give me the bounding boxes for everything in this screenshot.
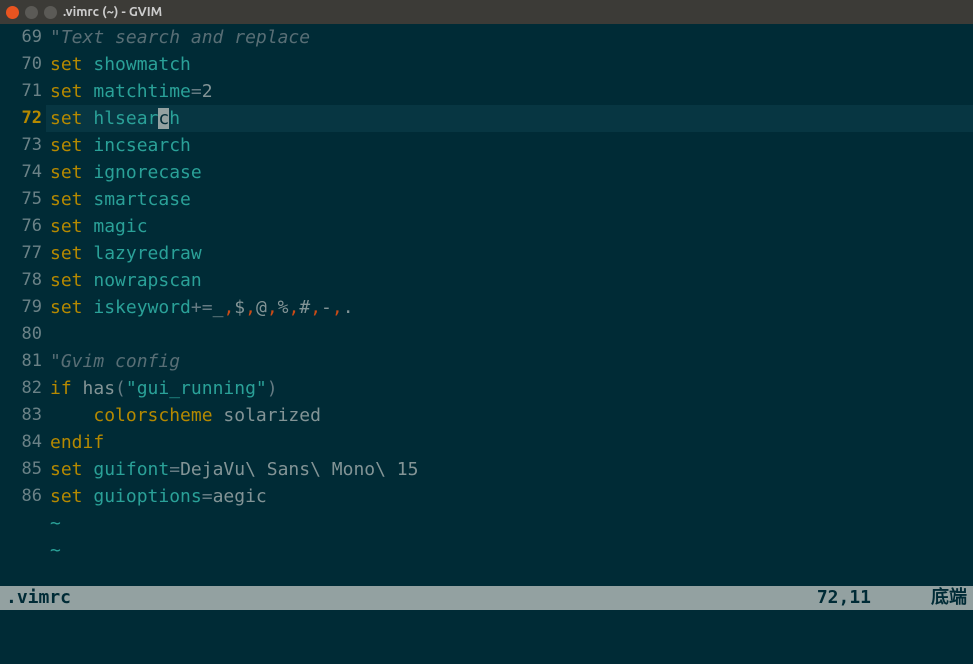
minimize-icon[interactable] (25, 6, 38, 19)
line-number: 82 (0, 375, 42, 402)
titlebar: .vimrc (~) - GVIM (0, 0, 973, 24)
code-line[interactable]: set guifont=DejaVu\ Sans\ Mono\ 15 (46, 456, 973, 483)
line-number: 86 (0, 483, 42, 510)
code-line[interactable]: if has("gui_running") (46, 375, 973, 402)
window-title: .vimrc (~) - GVIM (63, 5, 162, 19)
line-number: 80 (0, 321, 42, 348)
line-number: 77 (0, 240, 42, 267)
status-line: .vimrc 72,11 底端 (0, 586, 973, 610)
editor[interactable]: 697071727374757677787980818283848586 "Te… (0, 24, 973, 586)
code-line[interactable]: colorscheme solarized (46, 402, 973, 429)
line-number: 85 (0, 456, 42, 483)
line-number: 71 (0, 78, 42, 105)
text-area[interactable]: "Text search and replaceset showmatchset… (46, 24, 973, 586)
line-number: 81 (0, 348, 42, 375)
line-number: 76 (0, 213, 42, 240)
code-line[interactable]: set iskeyword+=_,$,@,%,#,-,. (46, 294, 973, 321)
code-line[interactable]: set hlsearch (46, 105, 973, 132)
status-scroll: 底端 (931, 586, 967, 610)
line-number: 78 (0, 267, 42, 294)
close-icon[interactable] (6, 6, 19, 19)
line-number: 70 (0, 51, 42, 78)
line-number: 84 (0, 429, 42, 456)
line-number: 74 (0, 159, 42, 186)
maximize-icon[interactable] (44, 6, 57, 19)
code-line[interactable] (46, 321, 973, 348)
code-line[interactable]: set lazyredraw (46, 240, 973, 267)
code-line[interactable]: set magic (46, 213, 973, 240)
code-line[interactable]: set nowrapscan (46, 267, 973, 294)
code-line[interactable]: endif (46, 429, 973, 456)
gvim-window: .vimrc (~) - GVIM 6970717273747576777879… (0, 0, 973, 664)
line-number: 75 (0, 186, 42, 213)
code-line[interactable]: set ignorecase (46, 159, 973, 186)
line-number: 79 (0, 294, 42, 321)
status-filename: .vimrc (6, 586, 817, 610)
status-cursor-pos: 72,11 (817, 586, 871, 610)
line-number: 72 (0, 105, 42, 132)
command-line-area[interactable] (0, 610, 973, 664)
code-line[interactable]: set showmatch (46, 51, 973, 78)
line-number: 69 (0, 24, 42, 51)
code-line[interactable]: "Gvim config (46, 348, 973, 375)
empty-line-tilde: ~ (46, 537, 973, 564)
code-line[interactable]: "Text search and replace (46, 24, 973, 51)
code-line[interactable]: set matchtime=2 (46, 78, 973, 105)
code-line[interactable]: set incsearch (46, 132, 973, 159)
line-number: 73 (0, 132, 42, 159)
empty-line-tilde: ~ (46, 510, 973, 537)
code-line[interactable]: set smartcase (46, 186, 973, 213)
line-number: 83 (0, 402, 42, 429)
line-number-gutter: 697071727374757677787980818283848586 (0, 24, 46, 586)
code-line[interactable]: set guioptions=aegic (46, 483, 973, 510)
